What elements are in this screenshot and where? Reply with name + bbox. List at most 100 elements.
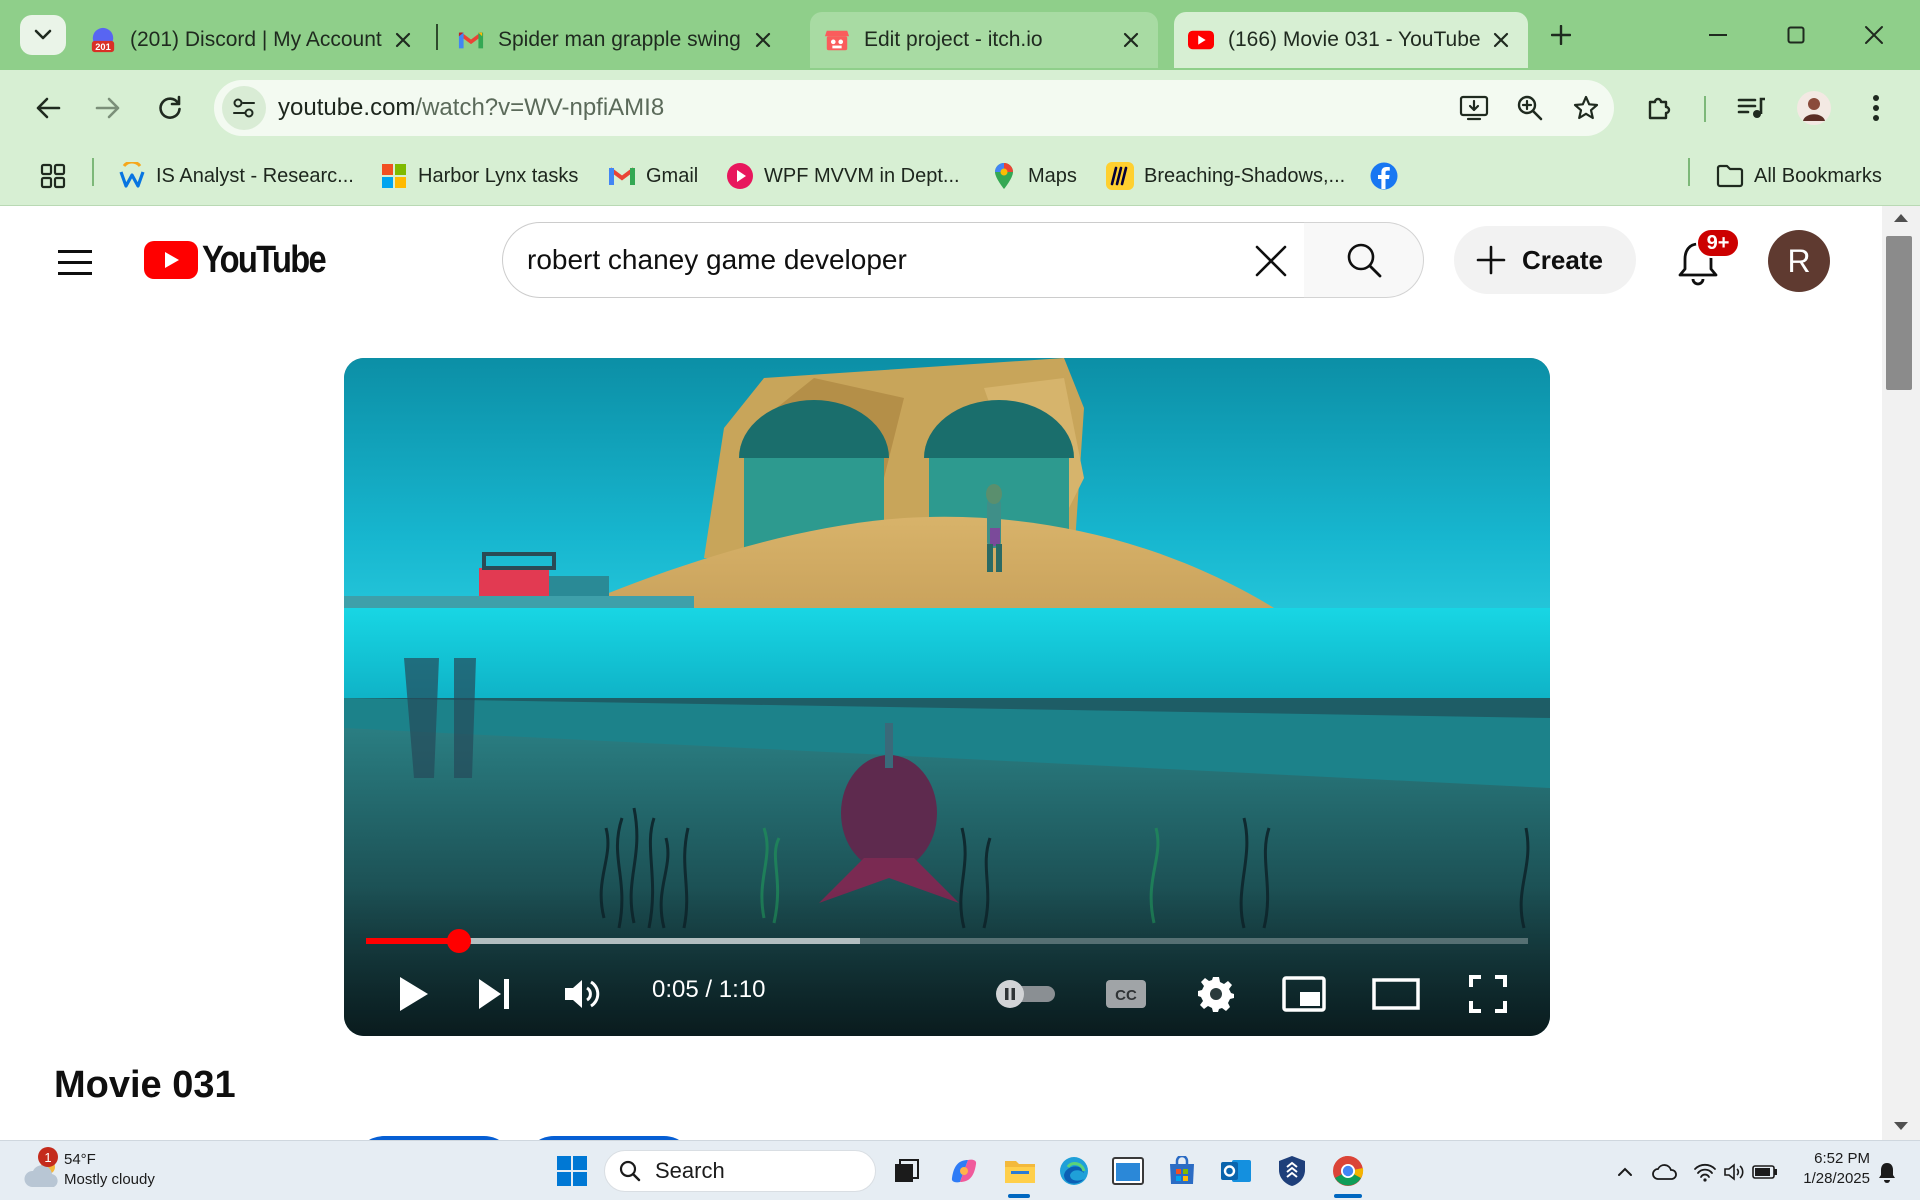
windows-taskbar: 1 54°F Mostly cloudy Search 6:52 PM 1/28… [0,1140,1920,1200]
weather-widget[interactable]: 1 54°F Mostly cloudy [24,1147,184,1193]
plus-icon [1551,25,1571,45]
close-icon [1865,26,1883,44]
gmail-icon [458,27,484,53]
scroll-up-arrow-icon[interactable] [1894,214,1908,222]
apps-button[interactable] [40,158,66,194]
maximize-button[interactable] [1766,12,1826,58]
progress-bar[interactable] [366,929,1528,953]
network-button[interactable] [1692,1159,1718,1185]
notification-center-button[interactable] [1874,1159,1900,1185]
close-icon[interactable] [1488,27,1514,53]
clock-time: 6:52 PM [1814,1150,1870,1167]
tune-icon [233,98,255,118]
bookmark-is-analyst[interactable]: IS Analyst - Researc... [118,158,354,194]
outlook-button[interactable] [1216,1151,1256,1191]
settings-button[interactable] [1190,968,1242,1020]
captions-button[interactable]: CC [1100,968,1152,1020]
chrome-menu-button[interactable] [1854,86,1898,130]
bookmark-wpf-mvvm[interactable]: WPF MVVM in Dept... [726,158,960,194]
miniplayer-button[interactable] [1278,968,1330,1020]
tab-youtube[interactable]: (166) Movie 031 - YouTube [1174,12,1528,68]
page-scrollbar[interactable] [1882,206,1920,1140]
all-bookmarks-label: All Bookmarks [1754,164,1882,187]
puzzle-icon [1648,97,1671,120]
next-button[interactable] [468,968,520,1020]
create-button[interactable]: Create [1454,226,1636,294]
back-button[interactable] [26,86,70,130]
mute-button[interactable] [556,968,608,1020]
profile-button[interactable] [1792,86,1836,130]
cloud-icon [1652,1164,1677,1180]
task-view-icon [895,1159,919,1182]
tab-search-button[interactable] [20,15,66,55]
taskbar-clock[interactable]: 6:52 PM 1/28/2025 [1790,1149,1870,1189]
scroll-down-arrow-icon[interactable] [1894,1122,1908,1130]
new-tab-button[interactable] [1540,14,1582,56]
bookmark-gmail[interactable]: Gmail [608,158,698,194]
site-info-button[interactable] [222,86,266,130]
bookmark-maps[interactable]: Maps [990,158,1077,194]
all-bookmarks-button[interactable]: All Bookmarks [1716,158,1882,194]
app-window-button[interactable] [1108,1151,1148,1191]
search-input[interactable] [527,225,1087,295]
address-bar[interactable]: youtube.com/watch?v=WV-npfiAMI8 [214,80,1614,136]
edge-button[interactable] [1054,1151,1094,1191]
weather-alert-badge: 1 [38,1147,58,1167]
autoplay-toggle[interactable] [994,968,1060,1020]
window-close-button[interactable] [1844,12,1904,58]
start-button[interactable] [556,1155,588,1187]
bookmark-harbor-lynx[interactable]: Harbor Lynx tasks [380,158,578,194]
search-box [502,222,1308,298]
video-player[interactable]: 0:05 / 1:10 CC [344,358,1550,1036]
bookmark-facebook[interactable] [1370,158,1408,194]
play-button[interactable] [388,968,440,1020]
youtube-logo[interactable]: YouTube [144,238,345,282]
chrome-button[interactable] [1328,1151,1368,1191]
volume-button[interactable] [1722,1159,1748,1185]
scrubber-handle[interactable] [446,929,471,953]
search-icon [1347,243,1381,278]
clear-search-button[interactable] [1247,237,1295,285]
chevron-down-icon [34,29,52,40]
bookmark-breaching-shadows[interactable]: Breaching-Shadows,... [1106,158,1345,194]
close-icon[interactable] [390,27,416,53]
toolbar-separator [1704,96,1706,122]
url-text[interactable]: youtube.com/watch?v=WV-npfiAMI8 [278,94,664,122]
file-explorer-button[interactable] [1000,1151,1040,1191]
battery-button[interactable] [1752,1159,1778,1185]
close-icon[interactable] [750,27,776,53]
tab-discord[interactable]: 201 (201) Discord | My Account [76,12,430,68]
search-button[interactable] [1304,222,1424,298]
scrollbar-thumb[interactable] [1886,236,1912,390]
profile-avatar-icon [1797,91,1831,125]
minimize-button[interactable] [1688,12,1748,58]
extensions-button[interactable] [1638,86,1682,130]
bookmark-label: WPF MVVM in Dept... [764,164,960,187]
forward-button[interactable] [86,86,130,130]
copilot-button[interactable] [944,1151,984,1191]
bookmark-star-button[interactable] [1568,90,1604,126]
security-app-button[interactable] [1272,1151,1312,1191]
task-view-button[interactable] [886,1151,926,1191]
tab-itch-io[interactable]: Edit project - itch.io [810,12,1158,68]
tab-gmail[interactable]: Spider man grapple swing [444,12,790,68]
tab-title: (201) Discord | My Account [130,28,382,51]
onedrive-button[interactable] [1652,1159,1678,1185]
account-avatar[interactable]: R [1768,230,1830,292]
fullscreen-button[interactable] [1462,968,1514,1020]
store-icon [1170,1156,1194,1184]
close-icon[interactable] [1118,27,1144,53]
guide-menu-button[interactable] [56,242,96,282]
zoom-button[interactable] [1512,90,1548,126]
maps-pin-icon [990,162,1018,190]
workday-icon [118,162,146,190]
store-button[interactable] [1162,1151,1202,1191]
miro-icon [1106,162,1134,190]
show-hidden-icons-button[interactable] [1612,1159,1638,1185]
theater-mode-button[interactable] [1368,968,1424,1020]
reload-button[interactable] [148,86,192,130]
taskbar-search[interactable]: Search [604,1150,876,1192]
media-controls-button[interactable] [1730,86,1774,130]
outlook-icon [1221,1160,1251,1182]
install-app-button[interactable] [1456,90,1492,126]
